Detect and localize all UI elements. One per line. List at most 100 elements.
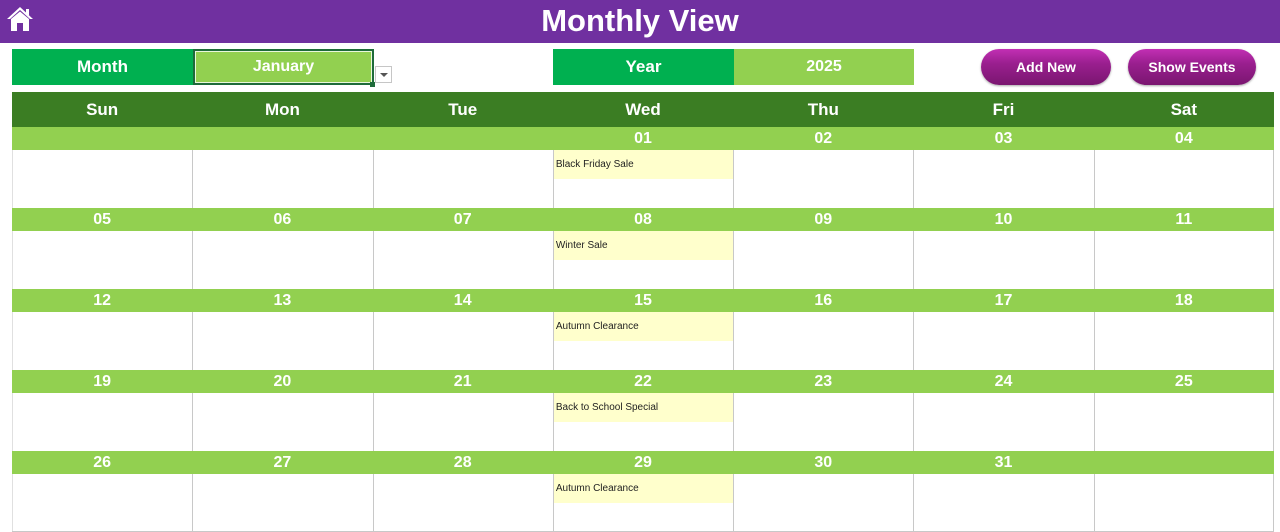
chevron-down-icon xyxy=(379,72,388,77)
day-cell[interactable] xyxy=(913,312,1093,370)
day-cell[interactable] xyxy=(192,150,372,208)
day-number: 07 xyxy=(453,210,472,228)
month-dropdown-button[interactable] xyxy=(375,66,392,83)
day-cell[interactable]: Black Friday Sale xyxy=(552,150,734,208)
week-row: 01 02 03 04 Black Friday Sale xyxy=(12,127,1274,208)
day-number: 11 xyxy=(1175,210,1193,228)
day-number xyxy=(12,127,192,150)
event-item[interactable]: Black Friday Sale xyxy=(553,150,734,179)
day-cell[interactable] xyxy=(12,393,192,451)
day-cell[interactable] xyxy=(913,474,1093,531)
day-cell[interactable] xyxy=(12,150,192,208)
day-cell[interactable] xyxy=(733,312,913,370)
weekday-label: Mon xyxy=(264,99,300,119)
day-cells: Autumn Clearance xyxy=(12,474,1274,532)
day-cell[interactable] xyxy=(12,474,192,531)
year-label: Year xyxy=(553,49,734,85)
day-number: 27 xyxy=(273,453,292,471)
day-number: 18 xyxy=(1174,291,1193,309)
day-cells: Autumn Clearance xyxy=(12,312,1274,370)
day-cells: Black Friday Sale xyxy=(12,150,1274,208)
day-cell[interactable] xyxy=(12,231,192,289)
date-band: 01 02 03 04 xyxy=(12,127,1274,150)
day-number: 20 xyxy=(273,372,292,390)
day-number: 29 xyxy=(634,453,652,471)
day-cell[interactable] xyxy=(1093,474,1274,531)
day-cell[interactable] xyxy=(1093,393,1274,451)
day-number: 26 xyxy=(93,453,112,471)
date-band: 05 06 07 08 09 10 11 xyxy=(12,208,1274,231)
date-band: 12 13 14 15 16 17 18 xyxy=(12,289,1274,312)
day-number: 01 xyxy=(634,129,652,147)
day-number: 05 xyxy=(93,210,112,228)
day-number: 31 xyxy=(994,453,1013,471)
show-events-button[interactable]: Show Events xyxy=(1128,49,1256,85)
day-number: 21 xyxy=(453,372,472,390)
day-number: 14 xyxy=(453,291,472,309)
day-number: 17 xyxy=(994,291,1013,309)
month-label: Month xyxy=(12,49,193,85)
day-cell[interactable] xyxy=(192,312,372,370)
day-number: 28 xyxy=(453,453,472,471)
day-number: 09 xyxy=(814,210,833,228)
page-title: Monthly View xyxy=(541,3,739,38)
day-cell[interactable]: Back to School Special xyxy=(552,393,734,451)
day-number: 02 xyxy=(814,129,833,147)
day-cell[interactable]: Autumn Clearance xyxy=(552,312,734,370)
day-number: 10 xyxy=(994,210,1013,228)
event-item[interactable]: Autumn Clearance xyxy=(553,312,734,341)
day-number: 30 xyxy=(814,453,833,471)
day-number: 22 xyxy=(634,372,652,390)
day-cell[interactable] xyxy=(1093,150,1274,208)
event-item[interactable]: Autumn Clearance xyxy=(553,474,734,503)
date-band: 19 20 21 22 23 24 25 xyxy=(12,370,1274,393)
day-number: 06 xyxy=(273,210,292,228)
day-number: 23 xyxy=(814,372,833,390)
day-number: 19 xyxy=(93,372,112,390)
day-cell[interactable] xyxy=(372,474,553,531)
event-item[interactable]: Back to School Special xyxy=(553,393,734,422)
day-number xyxy=(1094,451,1274,474)
day-number: 04 xyxy=(1174,129,1193,147)
week-row: 19 20 21 22 23 24 25 Back to School Special xyxy=(12,370,1274,451)
day-cell[interactable] xyxy=(733,474,913,531)
day-number xyxy=(373,127,553,150)
week-row: 12 13 14 15 16 17 18 Autumn Clearance xyxy=(12,289,1274,370)
day-cell[interactable] xyxy=(192,393,372,451)
weekday-label: Thu xyxy=(807,99,839,119)
day-cell[interactable] xyxy=(12,312,192,370)
day-number: 03 xyxy=(994,129,1013,147)
day-cell[interactable] xyxy=(372,312,553,370)
day-cell[interactable] xyxy=(1093,231,1274,289)
day-cell[interactable] xyxy=(733,150,913,208)
day-cell[interactable]: Autumn Clearance xyxy=(552,474,734,531)
weekday-label: Fri xyxy=(992,99,1015,119)
day-cell[interactable] xyxy=(733,231,913,289)
weekday-label: Sun xyxy=(86,99,119,119)
week-row: 26 27 28 29 30 31 Autumn Clearance xyxy=(12,451,1274,532)
day-cell[interactable] xyxy=(733,393,913,451)
weekday-label: Tue xyxy=(448,99,478,119)
add-new-button[interactable]: Add New xyxy=(981,49,1111,85)
year-input[interactable]: 2025 xyxy=(734,49,914,85)
calendar-grid: Sun Mon Tue Wed Thu Fri Sat 01 02 03 04 Black Frid… xyxy=(12,92,1274,532)
day-cell[interactable] xyxy=(192,231,372,289)
day-cell[interactable] xyxy=(372,150,553,208)
day-cell[interactable]: Winter Sale xyxy=(552,231,734,289)
day-cell[interactable] xyxy=(192,474,372,531)
day-cell[interactable] xyxy=(913,231,1093,289)
day-cell[interactable] xyxy=(372,231,553,289)
day-cell[interactable] xyxy=(372,393,553,451)
day-cell[interactable] xyxy=(913,150,1093,208)
month-select[interactable]: January xyxy=(193,49,374,85)
day-cell[interactable] xyxy=(913,393,1093,451)
week-row: 05 06 07 08 09 10 11 Winter Sale xyxy=(12,208,1274,289)
event-item[interactable]: Winter Sale xyxy=(553,231,734,260)
day-number: 25 xyxy=(1174,372,1193,390)
day-cell[interactable] xyxy=(1093,312,1274,370)
title-bar: Monthly View xyxy=(0,0,1280,43)
day-cells: Winter Sale xyxy=(12,231,1274,289)
day-number: 13 xyxy=(273,291,292,309)
date-band: 26 27 28 29 30 31 xyxy=(12,451,1274,474)
day-number: 08 xyxy=(634,210,652,228)
